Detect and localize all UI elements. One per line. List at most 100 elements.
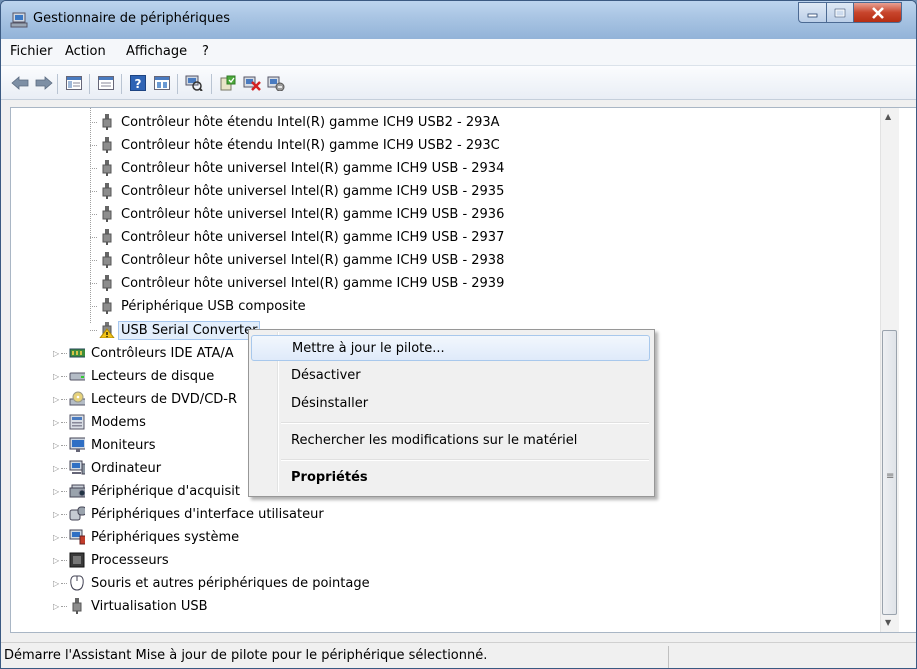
tree-item-usb-controller[interactable]: Contrôleur hôte universel Intel(R) gamme…	[99, 180, 507, 202]
expand-arrow-icon[interactable]: ▷	[53, 395, 60, 404]
menu-item-scan-hardware[interactable]: Rechercher les modifications sur le maté…	[251, 428, 650, 454]
minimize-button[interactable]	[798, 2, 827, 23]
hid-icon	[69, 506, 85, 522]
window-title: Gestionnaire de périphériques	[33, 11, 231, 26]
tree-connector-line	[61, 353, 67, 354]
tree-item-usb-controller[interactable]: Contrôleur hôte universel Intel(R) gamme…	[99, 272, 507, 294]
tree-category-label: Processeurs	[91, 552, 169, 568]
toolbar-separator	[211, 74, 212, 94]
tree-connector-line	[61, 606, 67, 607]
tree-connector-line	[61, 560, 67, 561]
scroll-up-icon[interactable]: ▲	[885, 112, 891, 121]
tree-connector-line	[90, 168, 97, 169]
tree-item-usb-controller[interactable]: Contrôleur hôte universel Intel(R) gamme…	[99, 226, 507, 248]
tree-item-usb-controller[interactable]: Contrôleur hôte étendu Intel(R) gamme IC…	[99, 134, 503, 156]
tree-connector-line	[90, 306, 97, 307]
tree-connector-line	[61, 468, 67, 469]
forward-arrow-icon[interactable]	[35, 75, 53, 91]
usb-icon	[99, 298, 115, 314]
tree-item-usb-controller[interactable]: Contrôleur hôte étendu Intel(R) gamme IC…	[99, 111, 503, 133]
tree-category-label: Virtualisation USB	[91, 598, 208, 614]
toolbar-separator	[121, 74, 122, 94]
tree-category[interactable]: Moniteurs	[69, 434, 158, 456]
tree-item-label: Contrôleur hôte universel Intel(R) gamme…	[121, 160, 505, 176]
tree-connector-line	[90, 145, 97, 146]
tree-category-label: Lecteurs de DVD/CD-R	[91, 391, 238, 407]
tree-category[interactable]: Souris et autres périphériques de pointa…	[69, 572, 373, 594]
tree-item-label: Contrôleur hôte universel Intel(R) gamme…	[121, 206, 505, 222]
tree-category[interactable]: Contrôleurs IDE ATA/A	[69, 342, 237, 364]
usb-icon	[99, 183, 115, 199]
scrollbar-thumb[interactable]: ≡	[882, 330, 897, 615]
tree-item-usb-controller[interactable]: Périphérique USB composite	[99, 295, 309, 317]
expand-arrow-icon[interactable]: ▷	[53, 418, 60, 427]
tree-category[interactable]: Périphérique d'acquisit	[69, 480, 243, 502]
maximize-icon	[834, 8, 846, 17]
expand-arrow-icon[interactable]: ▷	[53, 533, 60, 542]
title-bar[interactable]: Gestionnaire de périphériques	[1, 1, 916, 39]
tree-category[interactable]: Lecteurs de disque	[69, 365, 217, 387]
tree-category-label: Périphériques système	[91, 529, 240, 545]
tree-category[interactable]: Périphériques système	[69, 526, 242, 548]
expand-arrow-icon[interactable]: ▷	[53, 349, 60, 358]
tree-category-label: Périphérique d'acquisit	[91, 483, 240, 499]
expand-arrow-icon[interactable]: ▷	[53, 464, 60, 473]
expand-arrow-icon[interactable]: ▷	[53, 602, 60, 611]
update-driver-icon[interactable]	[219, 75, 237, 91]
tree-connector-line	[90, 330, 97, 331]
scroll-down-icon[interactable]: ▼	[885, 618, 891, 627]
expand-arrow-icon[interactable]: ▷	[53, 556, 60, 565]
uninstall-icon[interactable]	[243, 75, 261, 91]
maximize-button[interactable]	[826, 2, 854, 23]
tree-connector-line	[61, 583, 67, 584]
help-icon[interactable]: ?	[129, 75, 147, 91]
tree-item-usb-serial-converter[interactable]: USB Serial Converter	[99, 319, 261, 341]
tree-category[interactable]: Processeurs	[69, 549, 172, 571]
tree-item-usb-controller[interactable]: Contrôleur hôte universel Intel(R) gamme…	[99, 157, 507, 179]
tree-item-label: Contrôleur hôte universel Intel(R) gamme…	[121, 229, 505, 245]
tree-category[interactable]: Modems	[69, 411, 149, 433]
menu-item-uninstall[interactable]: Désinstaller	[251, 391, 650, 417]
usb-icon	[99, 252, 115, 268]
tree-category-label: Modems	[91, 414, 146, 430]
tree-category[interactable]: Lecteurs de DVD/CD-R	[69, 388, 240, 410]
disable-icon[interactable]	[267, 75, 285, 91]
view-icon[interactable]	[153, 75, 171, 91]
tree-category[interactable]: Virtualisation USB	[69, 595, 211, 617]
status-divider	[668, 646, 669, 668]
expand-arrow-icon[interactable]: ▷	[53, 579, 60, 588]
tree-connector-line	[61, 399, 67, 400]
mouse-icon	[69, 575, 85, 591]
expand-arrow-icon[interactable]: ▷	[53, 487, 60, 496]
properties-icon[interactable]	[97, 75, 115, 91]
expand-arrow-icon[interactable]: ▷	[53, 372, 60, 381]
menu-help[interactable]: ?	[202, 44, 209, 59]
tree-category[interactable]: Ordinateur	[69, 457, 164, 479]
back-arrow-icon[interactable]	[11, 75, 29, 91]
tree-category[interactable]: Périphériques d'interface utilisateur	[69, 503, 327, 525]
tree-item-usb-controller[interactable]: Contrôleur hôte universel Intel(R) gamme…	[99, 203, 507, 225]
tree-item-usb-controller[interactable]: Contrôleur hôte universel Intel(R) gamme…	[99, 249, 507, 271]
scan-hardware-icon[interactable]	[185, 75, 203, 91]
tree-item-label: Contrôleur hôte universel Intel(R) gamme…	[121, 275, 505, 291]
tree-item-label: Contrôleur hôte universel Intel(R) gamme…	[121, 252, 505, 268]
menu-item-properties[interactable]: Propriétés	[251, 465, 650, 491]
tree-connector-line	[61, 491, 67, 492]
usb-icon	[99, 229, 115, 245]
ide-controller-icon	[69, 345, 85, 361]
menu-action[interactable]: Action	[65, 44, 106, 59]
console-tree-icon[interactable]	[65, 75, 83, 91]
menu-item-disable[interactable]: Désactiver	[251, 363, 650, 389]
tree-category-label: Souris et autres périphériques de pointa…	[91, 575, 370, 591]
warning-usb-icon	[99, 322, 115, 338]
expand-arrow-icon[interactable]: ▷	[53, 510, 60, 519]
menu-item-update-driver[interactable]: Mettre à jour le pilote...	[251, 335, 650, 361]
close-button[interactable]	[853, 2, 902, 23]
vertical-scrollbar[interactable]: ▲ ≡ ▼	[880, 108, 899, 632]
computer-icon	[69, 460, 85, 476]
grip-icon: ≡	[886, 471, 895, 482]
menu-fichier[interactable]: Fichier	[10, 44, 53, 59]
expand-arrow-icon[interactable]: ▷	[53, 441, 60, 450]
menu-affichage[interactable]: Affichage	[126, 44, 187, 59]
tree-item-label: USB Serial Converter	[118, 320, 261, 340]
